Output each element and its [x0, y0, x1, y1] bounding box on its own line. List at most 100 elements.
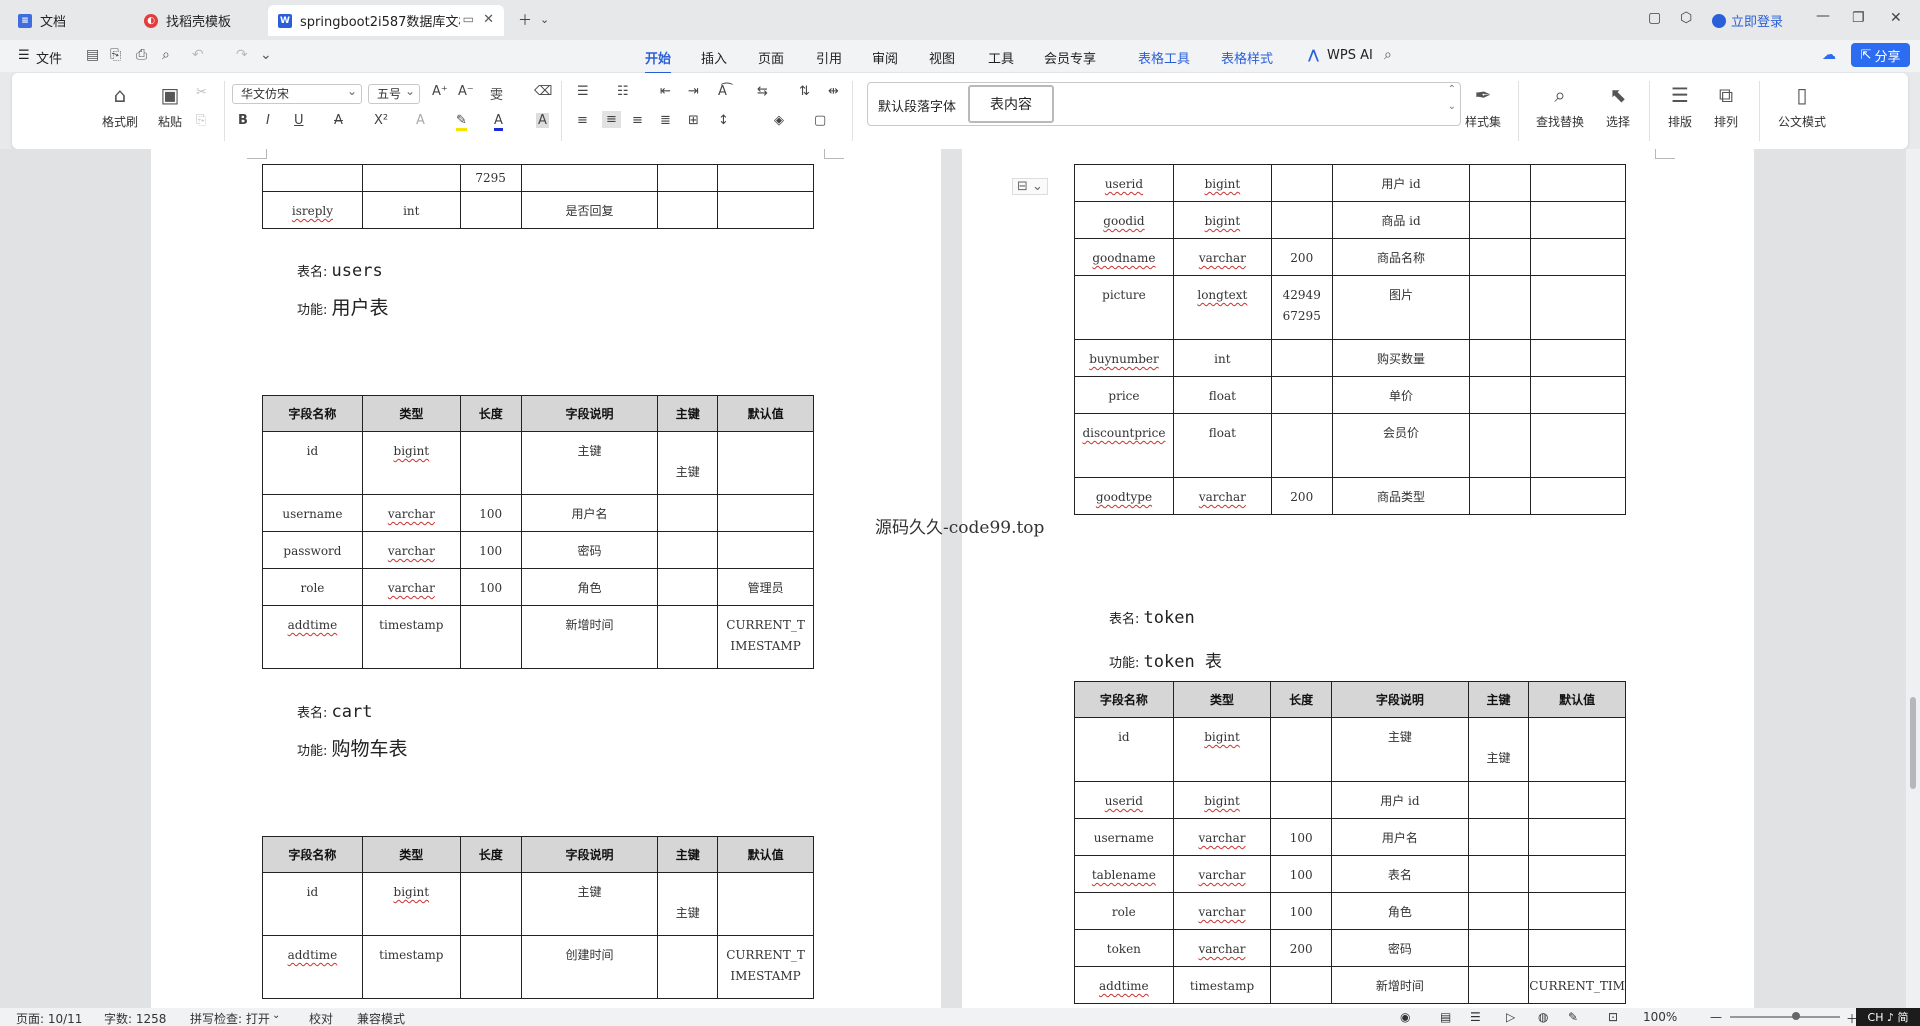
line-spacing-icon[interactable]: ↕	[718, 113, 729, 128]
table-cell[interactable]: 主键	[1330, 717, 1469, 782]
table-cell[interactable]: 主键	[1467, 717, 1530, 782]
table-cell[interactable]: 100	[1270, 892, 1332, 930]
show-marks-icon[interactable]: ⇹	[828, 84, 839, 99]
login-button[interactable]: 立即登录	[1712, 11, 1783, 30]
table-cell[interactable]: 200	[1270, 477, 1333, 515]
table-cell[interactable]: float	[1172, 413, 1272, 478]
table-cell[interactable]: 创建时间	[520, 935, 659, 999]
table-cell[interactable]: 主键	[657, 872, 719, 936]
bullets-icon[interactable]: ☰	[577, 84, 589, 99]
table-cell[interactable]: timestamp	[361, 605, 461, 669]
table-cell[interactable]	[1270, 717, 1332, 782]
bold-icon[interactable]: B	[238, 113, 248, 128]
menu-home[interactable]: 开始	[645, 48, 672, 74]
distribute-icon[interactable]: ⊞	[688, 113, 699, 128]
table-cell[interactable]	[657, 494, 719, 532]
table-cell[interactable]	[1528, 929, 1626, 967]
table-cell[interactable]: 商品类型	[1331, 477, 1471, 515]
share-button[interactable]: ⇱ 分享	[1851, 43, 1910, 67]
table-cell[interactable]	[1530, 275, 1626, 340]
print-preview-icon[interactable]: ⌕	[162, 47, 170, 63]
underline-icon[interactable]: U	[294, 113, 304, 128]
table-cell[interactable]	[1530, 477, 1626, 515]
cube-icon[interactable]: ⬡	[1680, 10, 1692, 26]
table-cell[interactable]	[1469, 376, 1532, 414]
tab-list-chevron-icon[interactable]: ⌄	[540, 13, 549, 26]
zoom-out-icon[interactable]: —	[1710, 1010, 1722, 1024]
cut-icon[interactable]: ✂	[196, 85, 207, 100]
table-cell[interactable]: 用户名	[520, 494, 659, 532]
table-cell[interactable]	[1528, 892, 1626, 930]
table-cell[interactable]	[1530, 339, 1626, 377]
table-cell[interactable]	[1469, 238, 1532, 276]
decrease-indent-icon[interactable]: ⇤	[660, 84, 671, 99]
tab-active-document[interactable]: W springboot2i587数据库文档 ▭ ✕	[268, 5, 504, 36]
table-cell[interactable]: 角色	[520, 568, 659, 606]
table-cell[interactable]	[1469, 477, 1532, 515]
table-cell[interactable]: id	[262, 431, 363, 495]
table-cell[interactable]: 200	[1270, 929, 1332, 967]
copy-icon[interactable]: ⎘	[196, 113, 206, 128]
table-cell[interactable]: int	[1172, 339, 1272, 377]
table-cell[interactable]	[1270, 201, 1333, 239]
table-cell[interactable]: goodid	[1074, 201, 1174, 239]
tab-documents[interactable]: ≡ 文档	[8, 5, 128, 36]
table-cell[interactable]: 用户名	[1330, 818, 1469, 856]
print-icon[interactable]: ⎙	[136, 47, 147, 63]
table-cell[interactable]: 200	[1270, 238, 1333, 276]
new-tab-icon[interactable]: ＋	[518, 10, 532, 30]
table-cell[interactable]	[657, 935, 719, 999]
fit-page-icon[interactable]: ⊡	[1608, 1010, 1618, 1024]
search-icon[interactable]: ⌕	[1384, 47, 1392, 63]
table-cell[interactable]: addtime	[262, 935, 363, 999]
text-effect-icon[interactable]: A	[416, 113, 425, 128]
word-count[interactable]: 字数: 1258	[104, 1010, 166, 1026]
table-cell[interactable]: int	[361, 191, 461, 229]
table-cell[interactable]: varchar	[1172, 929, 1272, 967]
table-cell[interactable]: 100	[459, 494, 522, 532]
table-cell[interactable]: 100	[459, 568, 522, 606]
table-cell[interactable]	[1270, 966, 1332, 1004]
find-replace-button[interactable]: ⌕ 查找替换	[1530, 83, 1590, 130]
table-cell[interactable]: CURRENT_TIM	[1528, 966, 1626, 1004]
table-cell[interactable]: 会员价	[1331, 413, 1471, 478]
table-cell[interactable]	[1467, 818, 1530, 856]
table-cell[interactable]: varchar	[1172, 892, 1272, 930]
table-cell[interactable]: bigint	[1172, 164, 1272, 202]
official-mode-button[interactable]: ▯ 公文模式	[1772, 83, 1832, 130]
table-cell[interactable]: price	[1074, 376, 1174, 414]
table-cell[interactable]: bigint	[1172, 717, 1272, 782]
pen-icon[interactable]: ✎	[1568, 1010, 1578, 1024]
table-cell[interactable]: 4294967295	[1270, 275, 1333, 340]
table-cell[interactable]: id	[262, 872, 363, 936]
align-right-icon[interactable]: ≡	[632, 113, 643, 128]
table-cell[interactable]	[361, 164, 461, 192]
table-handle-icon[interactable]: ⊟ ⌄	[1012, 178, 1048, 195]
table-cell[interactable]: 购买数量	[1331, 339, 1471, 377]
vertical-scrollbar[interactable]	[1906, 149, 1920, 1008]
table-cell[interactable]: varchar	[361, 531, 461, 569]
table-cell[interactable]: varchar	[1172, 855, 1272, 893]
highlight-icon[interactable]: ✎	[456, 113, 467, 131]
restore-icon[interactable]: ❐	[1852, 10, 1865, 26]
table-cell[interactable]	[717, 872, 814, 936]
sort-icon[interactable]: ⇅	[799, 84, 810, 99]
table-cell[interactable]	[1467, 855, 1530, 893]
format-painter-button[interactable]: ⌂ 格式刷	[100, 83, 140, 130]
align-left-icon[interactable]: ≡	[577, 113, 588, 128]
table-cell[interactable]: userid	[1074, 164, 1174, 202]
table-cell[interactable]: goodname	[1074, 238, 1174, 276]
table-cell[interactable]: timestamp	[1172, 966, 1272, 1004]
table-cell[interactable]: 主键	[657, 431, 719, 495]
table-cell[interactable]: 单价	[1331, 376, 1471, 414]
minimize-icon[interactable]: —	[1816, 8, 1830, 24]
hamburger-icon[interactable]: ☰	[18, 48, 30, 63]
undo-icon[interactable]: ↶	[192, 47, 204, 63]
table-cell[interactable]	[1270, 413, 1333, 478]
table-cell[interactable]: id	[1074, 717, 1174, 782]
web-view-icon[interactable]: ◍	[1538, 1010, 1548, 1024]
table-cell[interactable]	[459, 605, 522, 669]
font-color-icon[interactable]: A	[494, 113, 503, 131]
table-cell[interactable]	[1530, 413, 1626, 478]
table-cell[interactable]: role	[1074, 892, 1174, 930]
